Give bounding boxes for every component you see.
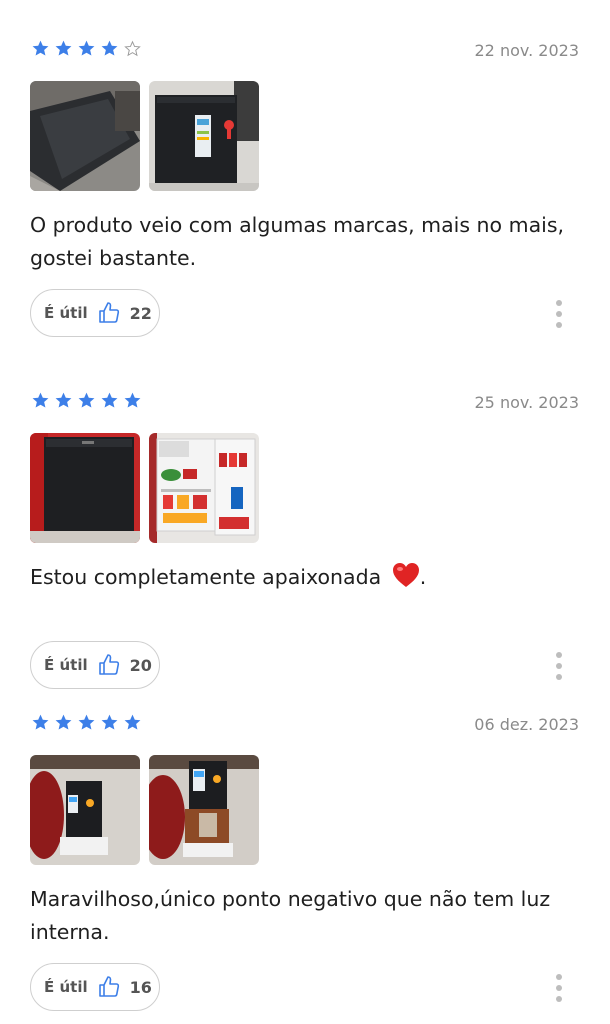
star-filled-icon — [101, 40, 118, 56]
useful-label: É útil — [44, 978, 88, 996]
review-text-body: Estou completamente apaixonada — [30, 565, 382, 589]
star-filled-icon — [124, 714, 141, 730]
review-photos — [30, 755, 259, 865]
review-date: 06 dez. 2023 — [474, 715, 579, 734]
star-filled-icon — [78, 392, 95, 408]
review-date: 22 nov. 2023 — [474, 41, 580, 60]
heart-emoji-icon — [392, 563, 419, 587]
review-text: Maravilhoso,único ponto negativo que não… — [30, 887, 551, 944]
useful-label: É útil — [44, 304, 88, 322]
star-filled-icon — [101, 714, 118, 730]
star-filled-icon — [78, 714, 95, 730]
thumbs-up-icon — [98, 976, 119, 997]
useful-count: 20 — [129, 655, 152, 675]
more-options-icon[interactable] — [552, 974, 566, 1002]
thumbs-up-icon — [98, 654, 119, 675]
review-card: 22 nov. 2023 O produto veio com algumas … — [0, 10, 610, 350]
star-filled-icon — [124, 392, 141, 408]
star-filled-icon — [78, 40, 95, 56]
review-photo[interactable] — [149, 433, 259, 543]
useful-button[interactable]: É útil 16 — [30, 963, 160, 1011]
star-filled-icon — [32, 392, 49, 408]
useful-button[interactable]: É útil 20 — [30, 641, 160, 689]
star-filled-icon — [32, 714, 49, 730]
star-filled-icon — [55, 714, 72, 730]
review-photo[interactable] — [149, 755, 259, 865]
review-photos — [30, 433, 259, 543]
useful-label: É útil — [44, 656, 88, 674]
useful-count: 16 — [129, 977, 152, 997]
review-text: Estou completamente apaixonada . — [30, 561, 586, 594]
useful-count: 22 — [129, 303, 152, 323]
review-card: 25 nov. 2023 Estou completamente apaixon… — [0, 362, 610, 702]
star-rating — [31, 391, 142, 413]
more-options-icon[interactable] — [552, 300, 566, 328]
star-filled-icon — [55, 40, 72, 56]
review-photos — [30, 81, 259, 191]
review-photo[interactable] — [149, 81, 259, 191]
review-photo[interactable] — [30, 755, 140, 865]
star-filled-icon — [101, 392, 118, 408]
useful-button[interactable]: É útil 22 — [30, 289, 160, 337]
star-rating — [31, 713, 142, 735]
more-options-icon[interactable] — [552, 652, 566, 680]
review-card: 06 dez. 2023 Maravilhoso,único ponto neg… — [0, 684, 610, 1024]
star-rating — [31, 39, 142, 61]
thumbs-up-icon — [98, 302, 119, 323]
review-photo[interactable] — [30, 433, 140, 543]
review-text: O produto veio com algumas marcas, mais … — [30, 213, 565, 270]
review-photo[interactable] — [30, 81, 140, 191]
star-filled-icon — [32, 40, 49, 56]
review-date: 25 nov. 2023 — [474, 393, 580, 412]
star-empty-icon — [124, 40, 141, 57]
review-text-suffix: . — [419, 565, 427, 589]
star-filled-icon — [55, 392, 72, 408]
